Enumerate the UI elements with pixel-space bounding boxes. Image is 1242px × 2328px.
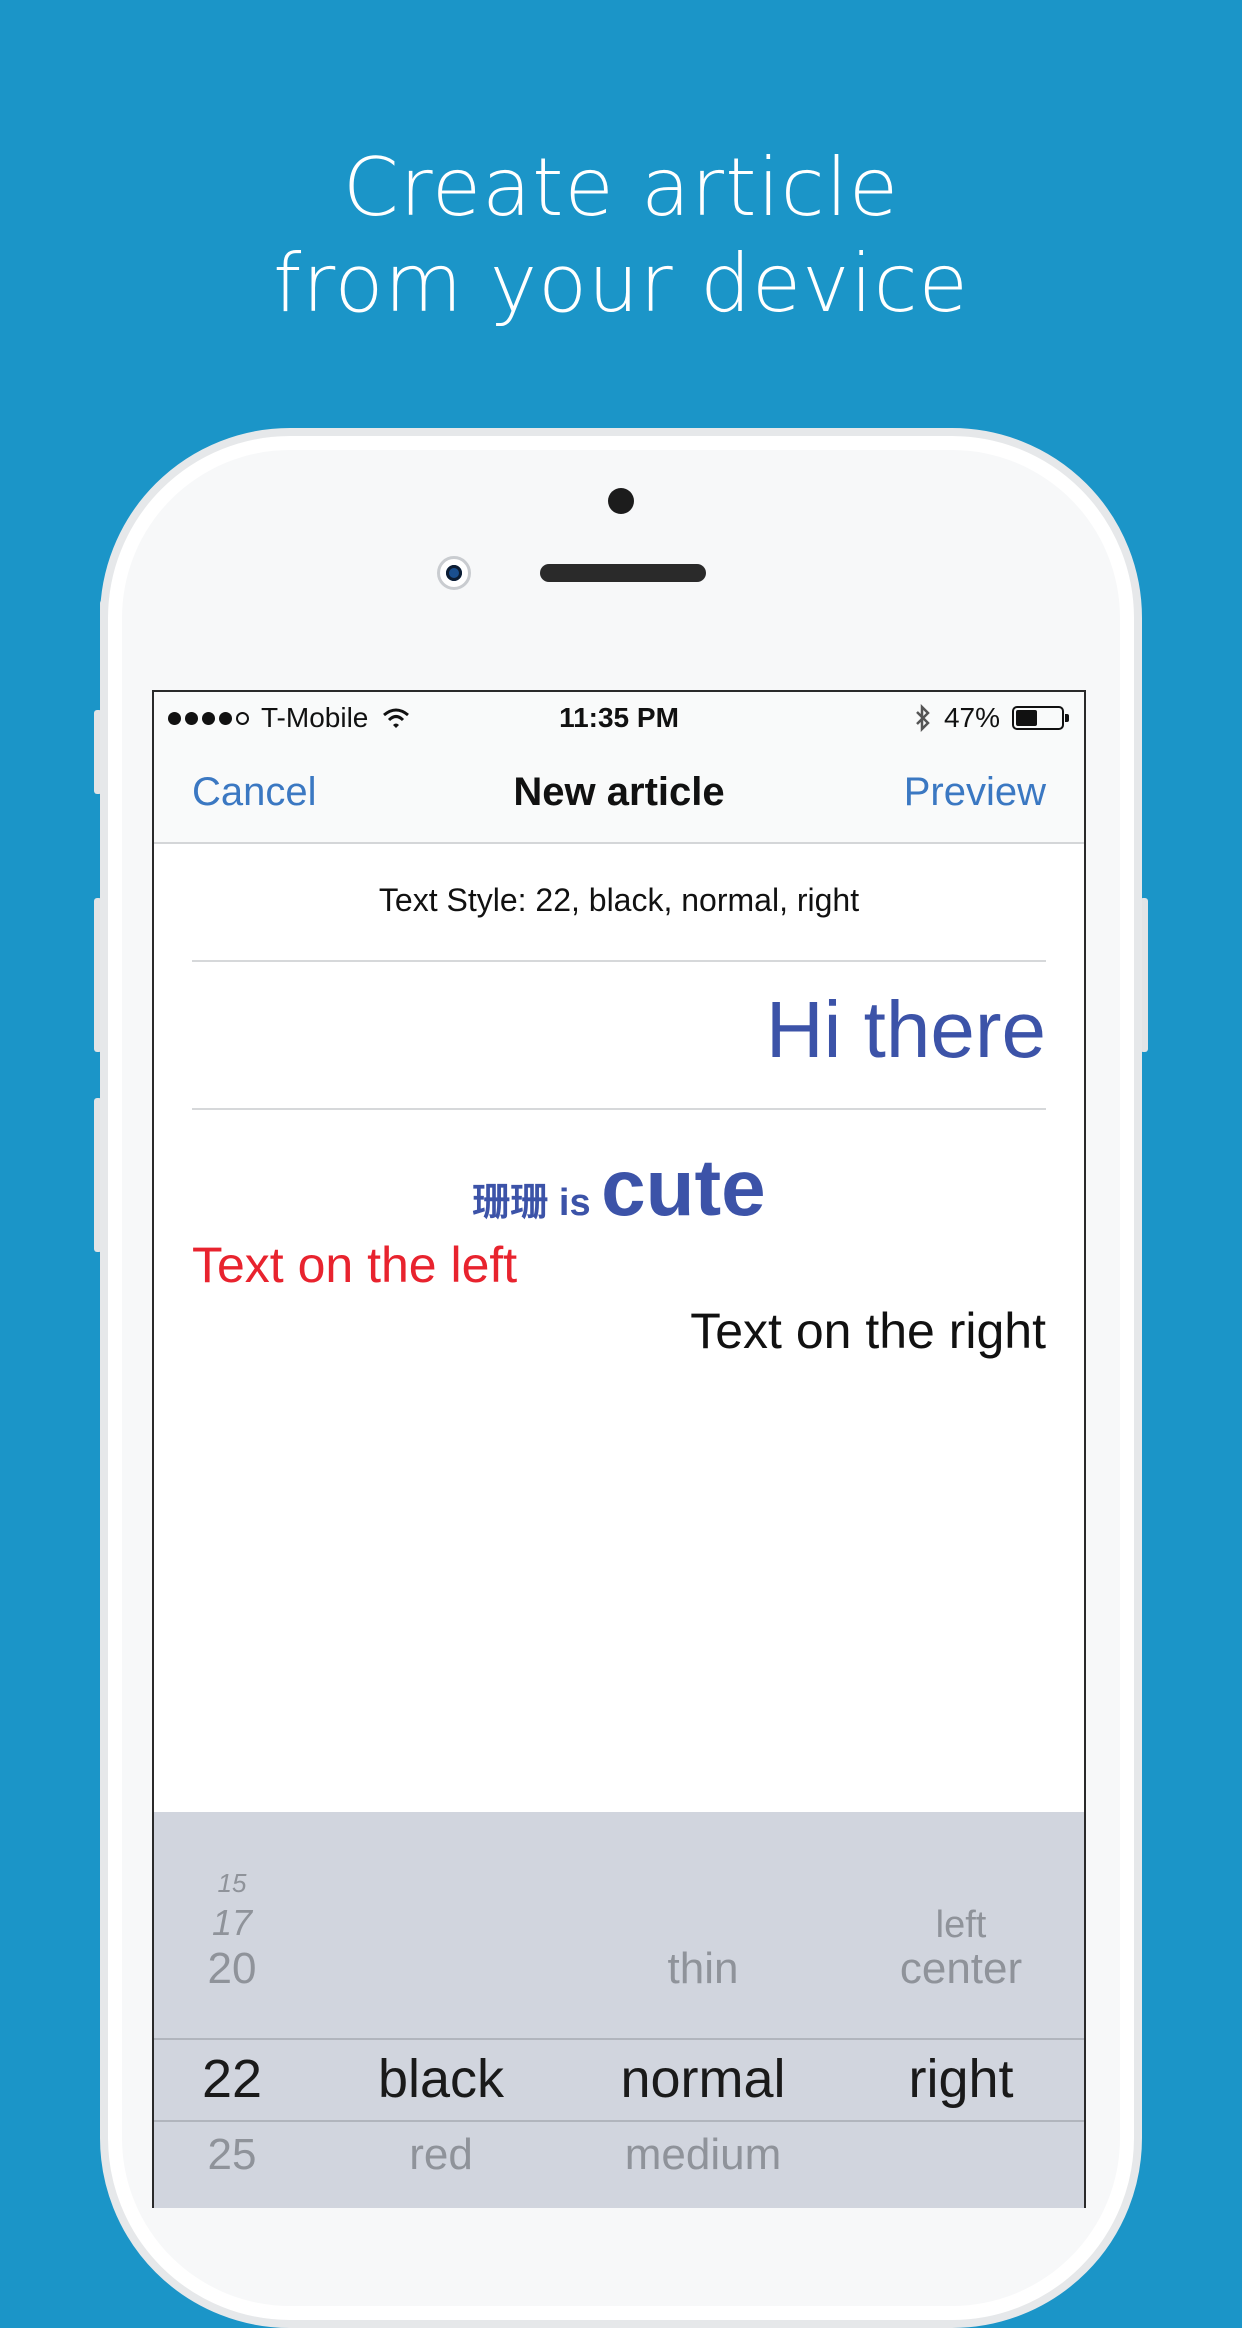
article-heading[interactable]: Hi there [766,984,1046,1076]
phone-screen: T-Mobile 11:35 PM 47% Cancel New article… [152,690,1086,2208]
picker-option[interactable]: medium [572,2130,834,2180]
status-bar: T-Mobile 11:35 PM 47% [154,692,1084,744]
earpiece-speaker [540,564,706,582]
status-right: 47% [914,702,1070,734]
picker-selected-align[interactable]: right [834,2048,1084,2110]
bluetooth-icon [916,704,930,732]
mixed-text-big: cute [601,1143,766,1232]
divider [192,1108,1046,1110]
article-text-left[interactable]: Text on the left [192,1236,517,1294]
text-style-summary[interactable]: Text Style: 22, black, normal, right [154,882,1084,919]
battery-icon [1012,706,1070,730]
picker-option[interactable]: 20 [154,1944,310,1994]
picker-option[interactable]: red [310,2130,572,2180]
picker-column-weight[interactable]: thin normal medium [572,1812,834,2208]
picker-option[interactable]: 15 [154,1868,310,1899]
navigation-bar: Cancel New article Preview [154,744,1084,844]
battery-percent: 47% [943,702,1000,733]
divider [192,960,1046,962]
picker-selected-weight[interactable]: normal [572,2048,834,2110]
picker-option[interactable]: left [834,1904,1084,1947]
picker-selected-color[interactable]: black [310,2048,572,2110]
picker-column-color[interactable]: black red [310,1812,572,2208]
picker-option[interactable]: 17 [154,1902,310,1944]
picker-column-size[interactable]: 15 17 20 22 25 [154,1812,310,2208]
headline-line-1: Create article [342,141,900,234]
preview-button[interactable]: Preview [904,770,1046,815]
picker-option[interactable]: center [834,1944,1084,1994]
text-style-picker[interactable]: 15 17 20 22 25 black red thin normal med… [154,1812,1084,2208]
marketing-headline: Create article from your device [0,140,1242,332]
picker-column-align[interactable]: left center right [834,1812,1084,2208]
article-text-right[interactable]: Text on the right [690,1302,1046,1360]
headline-line-2: from your device [273,237,969,330]
picker-option[interactable]: 25 [154,2130,310,2180]
proximity-sensor [608,488,634,514]
picker-option[interactable]: thin [572,1944,834,1994]
article-mixed-line[interactable]: 珊珊 is cute [154,1142,1084,1234]
mixed-text-small: 珊珊 is [472,1182,602,1224]
picker-selected-size[interactable]: 22 [154,2048,310,2110]
front-camera-icon [437,556,471,590]
